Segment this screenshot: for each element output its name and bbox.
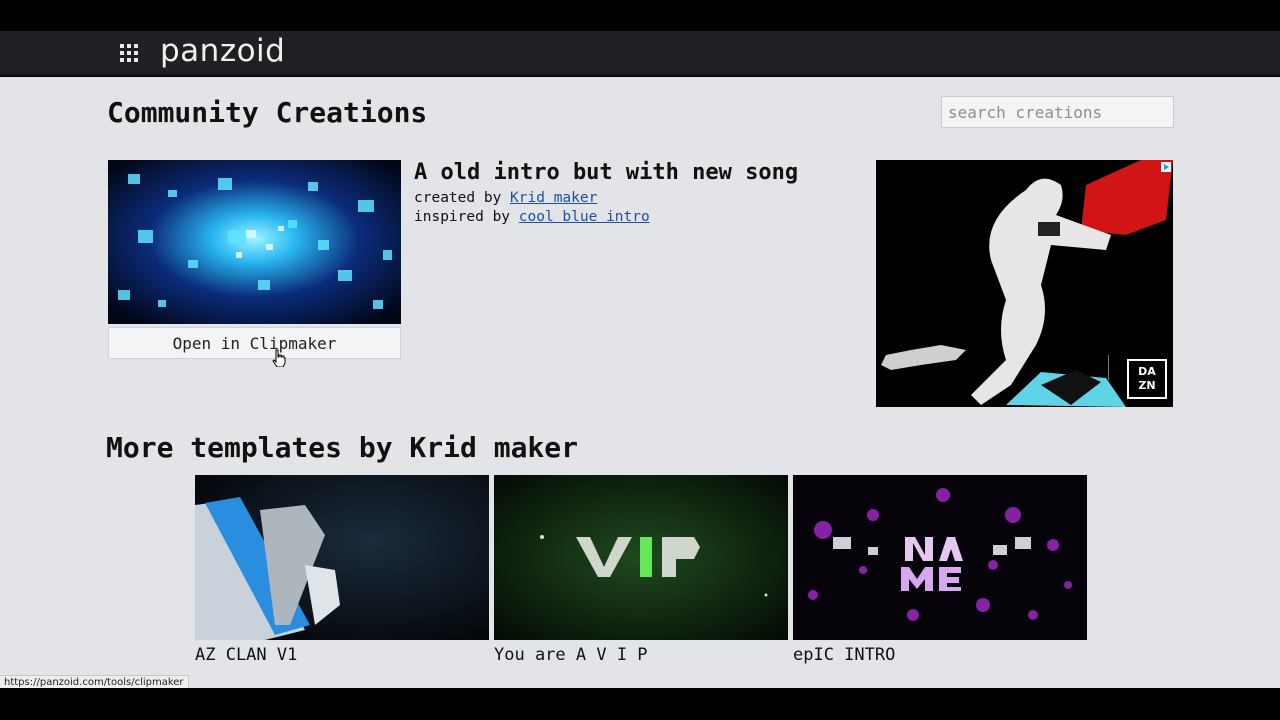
- created-by-label: created by: [414, 190, 502, 206]
- template-name[interactable]: You are A V I P: [494, 645, 788, 665]
- creation-title: A old intro but with new song: [414, 160, 799, 185]
- az-clan-image: [195, 475, 489, 640]
- template-thumbnail[interactable]: [494, 475, 788, 640]
- grid-menu-icon[interactable]: [120, 44, 138, 62]
- inspired-link[interactable]: cool blue intro: [519, 209, 650, 225]
- template-card[interactable]: epIC INTRO: [793, 475, 1087, 665]
- epic-intro-image: [793, 475, 1087, 640]
- blue-particles-image: [108, 160, 401, 324]
- video-letterbox-bottom: [0, 688, 1280, 720]
- open-in-clipmaker-button[interactable]: Open in Clipmaker: [108, 327, 401, 359]
- hand-cursor-icon: [272, 349, 286, 367]
- template-thumbnail[interactable]: [195, 475, 489, 640]
- template-name[interactable]: AZ CLAN V1: [195, 645, 489, 665]
- ad-choices-icon[interactable]: [1161, 162, 1171, 172]
- site-logo[interactable]: panzoid: [160, 33, 285, 69]
- search-input[interactable]: [941, 96, 1174, 128]
- template-card[interactable]: You are A V I P: [494, 475, 788, 665]
- page-title: Community Creations: [107, 96, 428, 129]
- video-letterbox-top: [0, 0, 1280, 31]
- inspired-by-line: inspired by cool blue intro: [414, 209, 650, 225]
- page-content: Community Creations search creations Ope…: [0, 77, 1280, 688]
- dazn-logo: DA ZN: [1138, 365, 1156, 392]
- more-templates-title: More templates by Krid maker: [106, 431, 579, 464]
- template-name[interactable]: epIC INTRO: [793, 645, 1087, 665]
- template-card[interactable]: AZ CLAN V1: [195, 475, 489, 665]
- inspired-by-label: inspired by: [414, 209, 511, 225]
- vip-image: [494, 475, 788, 640]
- creation-thumbnail[interactable]: [108, 160, 401, 324]
- template-thumbnail[interactable]: [793, 475, 1087, 640]
- top-navigation-bar: panzoid: [0, 31, 1280, 76]
- author-link[interactable]: Krid maker: [510, 190, 597, 206]
- advertisement[interactable]: DA ZN: [876, 160, 1173, 407]
- football-player-ad-image: [876, 160, 1173, 407]
- created-by-line: created by Krid maker: [414, 190, 597, 206]
